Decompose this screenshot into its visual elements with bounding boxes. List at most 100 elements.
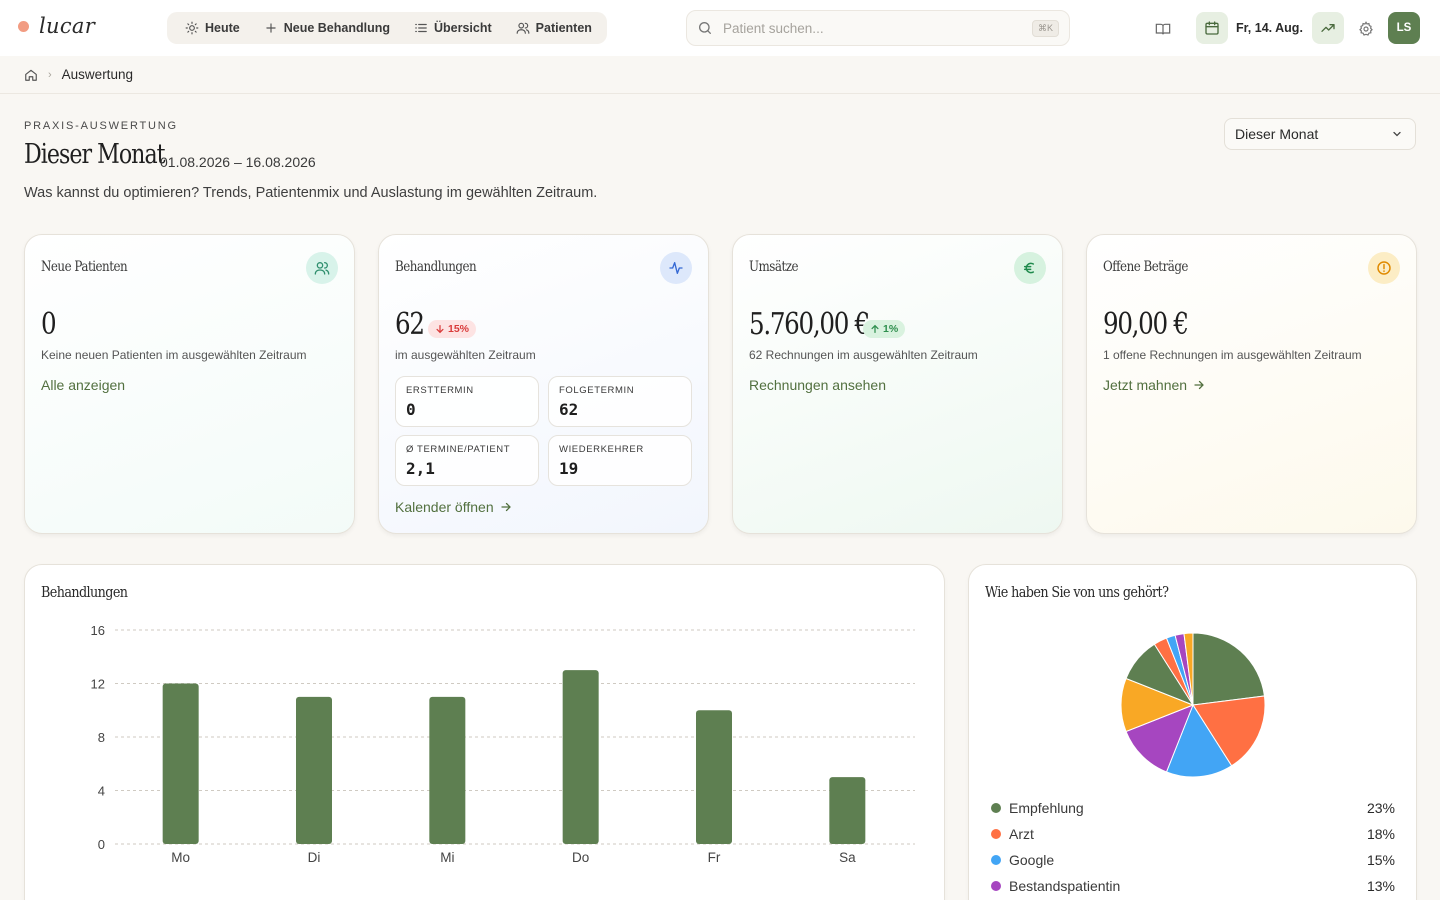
page-subtitle: Was kannst du optimieren? Trends, Patien… <box>24 185 598 201</box>
chart-title: Behandlungen <box>41 583 128 601</box>
legend-dot-icon <box>991 803 1001 813</box>
legend-name: Google <box>1009 852 1055 868</box>
card-icon-wrap <box>1014 252 1046 284</box>
card-value: 62 <box>395 307 425 342</box>
x-tick-label: Sa <box>839 850 856 865</box>
logo-dot-icon <box>18 20 29 32</box>
x-tick-label: Fr <box>708 850 721 865</box>
legend-dot-icon <box>991 855 1001 865</box>
main-nav: Heute Neue Behandlung Übersicht Patiente… <box>167 12 607 44</box>
view-invoices-label: Rechnungen ansehen <box>749 377 887 393</box>
period-select[interactable]: Dieser Monat <box>1224 118 1416 150</box>
euro-icon <box>1023 262 1035 274</box>
chevron-down-icon <box>1393 131 1401 137</box>
user-avatar[interactable]: LS <box>1388 12 1420 44</box>
trending-up-icon <box>1321 23 1335 32</box>
bar <box>829 777 866 844</box>
stat-value: 62 <box>559 400 579 419</box>
referral-pie-chart <box>1120 632 1266 778</box>
nav-heute[interactable]: Heute <box>177 14 248 42</box>
patient-search[interactable]: ⌘K <box>686 10 1070 46</box>
nav-uebersicht[interactable]: Übersicht <box>406 14 500 42</box>
show-all-label: Alle anzeigen <box>41 377 126 393</box>
book-icon <box>1155 23 1171 35</box>
search-input[interactable] <box>723 20 1032 36</box>
nav-patienten[interactable]: Patienten <box>508 14 600 42</box>
card-note: 1 offene Rechnungen im ausgewählten Zeit… <box>1103 348 1362 362</box>
legend-percent: 13% <box>1366 878 1395 894</box>
change-badge: 15% <box>428 320 477 338</box>
legend-percent: 15% <box>1366 852 1395 868</box>
page-title: Dieser Monat <box>24 139 166 170</box>
period-select-value: Dieser Monat <box>1235 126 1319 142</box>
settings-button[interactable] <box>1351 14 1381 44</box>
x-tick-label: Mo <box>171 850 190 865</box>
card-label: Behandlungen <box>395 259 477 275</box>
legend-name: Empfehlung <box>1009 800 1084 816</box>
y-tick-label: 0 <box>98 837 105 852</box>
bar <box>429 696 466 844</box>
current-date: Fr, 14. Aug. <box>1236 21 1303 35</box>
analytics-button[interactable] <box>1312 12 1344 44</box>
card-treatments: Behandlungen 62 15% im ausgewählten Zeit… <box>378 234 709 534</box>
send-reminder-link[interactable]: Jetzt mahnen <box>1103 377 1205 393</box>
send-reminder-label: Jetzt mahnen <box>1103 377 1188 393</box>
legend-dot-icon <box>991 829 1001 839</box>
app-name: lucar <box>39 14 96 38</box>
referral-chart-panel: Wie haben Sie von uns gehört? Empfehlung… <box>968 564 1417 900</box>
nav-heute-label: Heute <box>205 21 240 35</box>
docs-button[interactable] <box>1148 14 1178 44</box>
plus-icon <box>266 23 276 33</box>
calendar-icon <box>1205 21 1219 35</box>
calendar-button[interactable] <box>1196 12 1228 44</box>
open-calendar-link[interactable]: Kalender öffnen <box>395 499 512 515</box>
stat-follow-up: FOLGETERMIN 62 <box>548 376 692 427</box>
y-tick-label: 16 <box>91 623 105 638</box>
card-label: Umsätze <box>749 259 799 275</box>
card-new-patients: Neue Patienten 0 Keine neuen Patienten i… <box>24 234 355 534</box>
nav-neue-behandlung[interactable]: Neue Behandlung <box>256 14 398 42</box>
stat-value: 19 <box>559 459 579 478</box>
card-value: 90,00 € <box>1103 307 1189 342</box>
arrow-right-icon <box>500 502 511 512</box>
app-logo[interactable]: lucar <box>18 14 95 38</box>
bar <box>696 710 732 844</box>
card-label: Neue Patienten <box>41 259 128 275</box>
stat-label: WIEDERKEHRER <box>559 444 644 455</box>
date-picker[interactable]: Fr, 14. Aug. <box>1196 12 1303 44</box>
legend-item: Google 15% <box>991 847 1395 873</box>
search-shortcut: ⌘K <box>1031 19 1059 37</box>
card-note: Keine neuen Patienten im ausgewählten Ze… <box>41 348 307 362</box>
change-badge: 1% <box>863 320 906 338</box>
card-icon-wrap <box>306 252 338 284</box>
date-range: 01.08.2026 – 16.08.2026 <box>160 154 316 170</box>
sun-icon <box>185 21 199 35</box>
card-value: 5.760,00 € <box>749 307 870 342</box>
top-bar: lucar Heute Neue Behandlung Übersicht Pa… <box>0 0 1440 56</box>
search-icon <box>699 22 711 34</box>
pie-slice <box>1192 632 1265 706</box>
stat-label: FOLGETERMIN <box>559 385 635 396</box>
arrow-down-icon <box>436 325 444 334</box>
x-tick-label: Do <box>572 850 589 865</box>
nav-patienten-label: Patienten <box>535 21 592 35</box>
y-tick-label: 8 <box>98 730 105 745</box>
gear-icon <box>1359 21 1373 36</box>
stat-value: 2,1 <box>406 459 435 478</box>
stat-label: Ø TERMINE/PATIENT <box>406 444 511 455</box>
view-invoices-link[interactable]: Rechnungen ansehen <box>749 377 886 393</box>
y-tick-label: 12 <box>91 677 105 692</box>
card-open-amounts: Offene Beträge 90,00 € 1 offene Rechnung… <box>1086 234 1417 534</box>
stat-first-appointment: ERSTTERMIN 0 <box>395 376 539 427</box>
show-all-link[interactable]: Alle anzeigen <box>41 377 125 393</box>
alert-circle-icon <box>1377 261 1391 275</box>
legend-percent: 18% <box>1366 826 1395 842</box>
bar <box>296 696 332 844</box>
activity-icon <box>669 262 683 274</box>
legend-item: Bestandspatientin 13% <box>991 873 1395 899</box>
card-label: Offene Beträge <box>1103 259 1188 275</box>
breadcrumb: › Auswertung <box>0 56 1440 94</box>
nav-uebersicht-label: Übersicht <box>434 21 492 35</box>
bar <box>562 670 599 844</box>
home-icon[interactable] <box>24 68 38 82</box>
